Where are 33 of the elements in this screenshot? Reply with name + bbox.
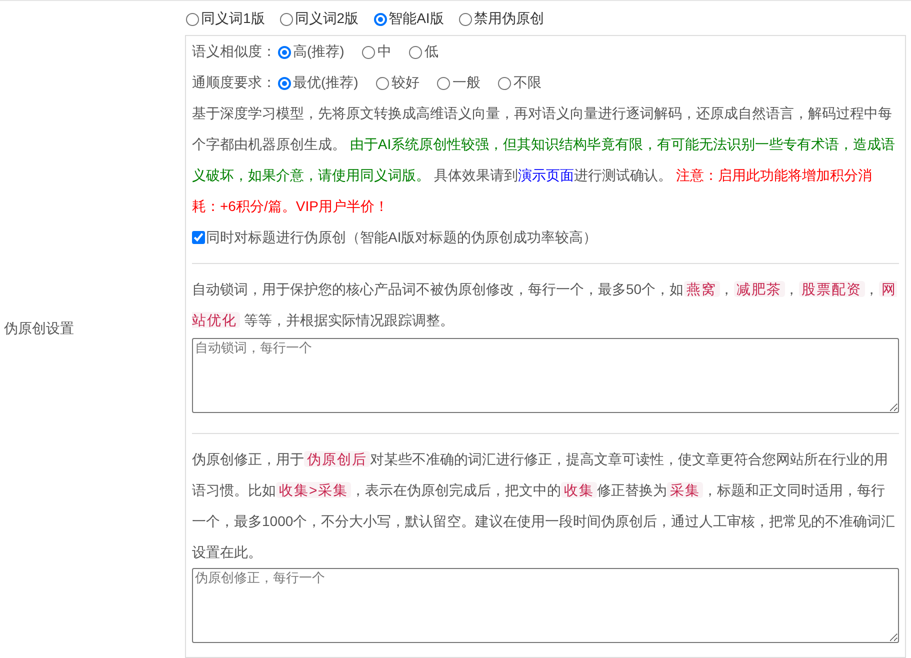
lock-words-description: 自动锁词，用于保护您的核心产品词不被伪原创修改，每行一个，最多50个，如 燕窝 ， 减肥茶 ， 股票配资 ， 网站优化 等等，并根据实际情况跟踪调整。: [192, 280, 898, 330]
radio-option[interactable]: 一般: [437, 67, 480, 98]
checkbox[interactable]: [192, 231, 205, 244]
mode-radio-option[interactable]: 同义词1版: [186, 8, 265, 28]
radio-button[interactable]: [498, 77, 512, 90]
radio-option[interactable]: 高(推荐): [278, 36, 344, 67]
radio-option[interactable]: 较好: [376, 67, 420, 98]
radio-option[interactable]: 最优(推荐): [278, 67, 358, 98]
mode-radio-option[interactable]: 禁用伪原创: [458, 8, 544, 28]
radio-option[interactable]: 低: [409, 36, 438, 67]
radio-button[interactable]: [186, 12, 199, 26]
mode-radio-option[interactable]: 同义词2版: [280, 8, 359, 28]
demo-page-link[interactable]: 演示页面: [518, 167, 574, 183]
radio-option[interactable]: 中: [362, 36, 392, 67]
option-label: 通顺度要求：: [192, 73, 276, 92]
radio-button[interactable]: [278, 77, 291, 90]
radio-button[interactable]: [362, 46, 376, 59]
lock-words-field[interactable]: 自动锁词，每行一个: [192, 338, 899, 413]
option-label: 语义相似度：: [192, 42, 276, 61]
radio-button[interactable]: [376, 77, 390, 90]
corrections-field[interactable]: 伪原创修正，每行一个: [192, 568, 899, 643]
mode-radio-option[interactable]: 智能AI版: [374, 8, 444, 28]
corrections-description: 伪原创修正，用于 伪原创后 对某些不准确的词汇进行修正，提高文章可读性，使文章更符合您网站所在行业的用语习惯。比如 收集>采集 ，表示在伪原创完成后，把文中的 收集 修正替换为 采集 ，标题和正文同时适用，每行一个，最多1000个，不分大小写，默认留空。建议在使用一段时间伪原创后，通过人工审核，把常见的不准确词汇设置在此。: [192, 450, 896, 562]
radio-button[interactable]: [409, 46, 422, 59]
radio-button[interactable]: [278, 46, 291, 59]
radio-button[interactable]: [280, 12, 293, 26]
title-checkbox-option[interactable]: 同时对标题进行伪原创（智能AI版对标题的伪原创成功率较高）: [192, 222, 899, 253]
radio-option[interactable]: 不限: [498, 67, 542, 98]
radio-button[interactable]: [374, 12, 387, 26]
section-label: 伪原创设置: [3, 319, 74, 338]
radio-button[interactable]: [437, 77, 450, 90]
radio-button[interactable]: [458, 12, 472, 26]
ai-description: 基于深度学习模型，先将原文转换成高维语义向量，再对语义向量进行逐词解码，还原成自然语言，解码过程中每个字都由机器原创生成。 由于AI系统原创性较强，但其知识结构毕竟有限，有可能无法识别一些专有术语，造成语义破坏，如果介意，请使用同义词版。 具体效果请到演示页面进行测试确认。 注意：启用此功能将增加积分消耗：+6积分/篇。VIP用户半价！: [192, 104, 896, 216]
